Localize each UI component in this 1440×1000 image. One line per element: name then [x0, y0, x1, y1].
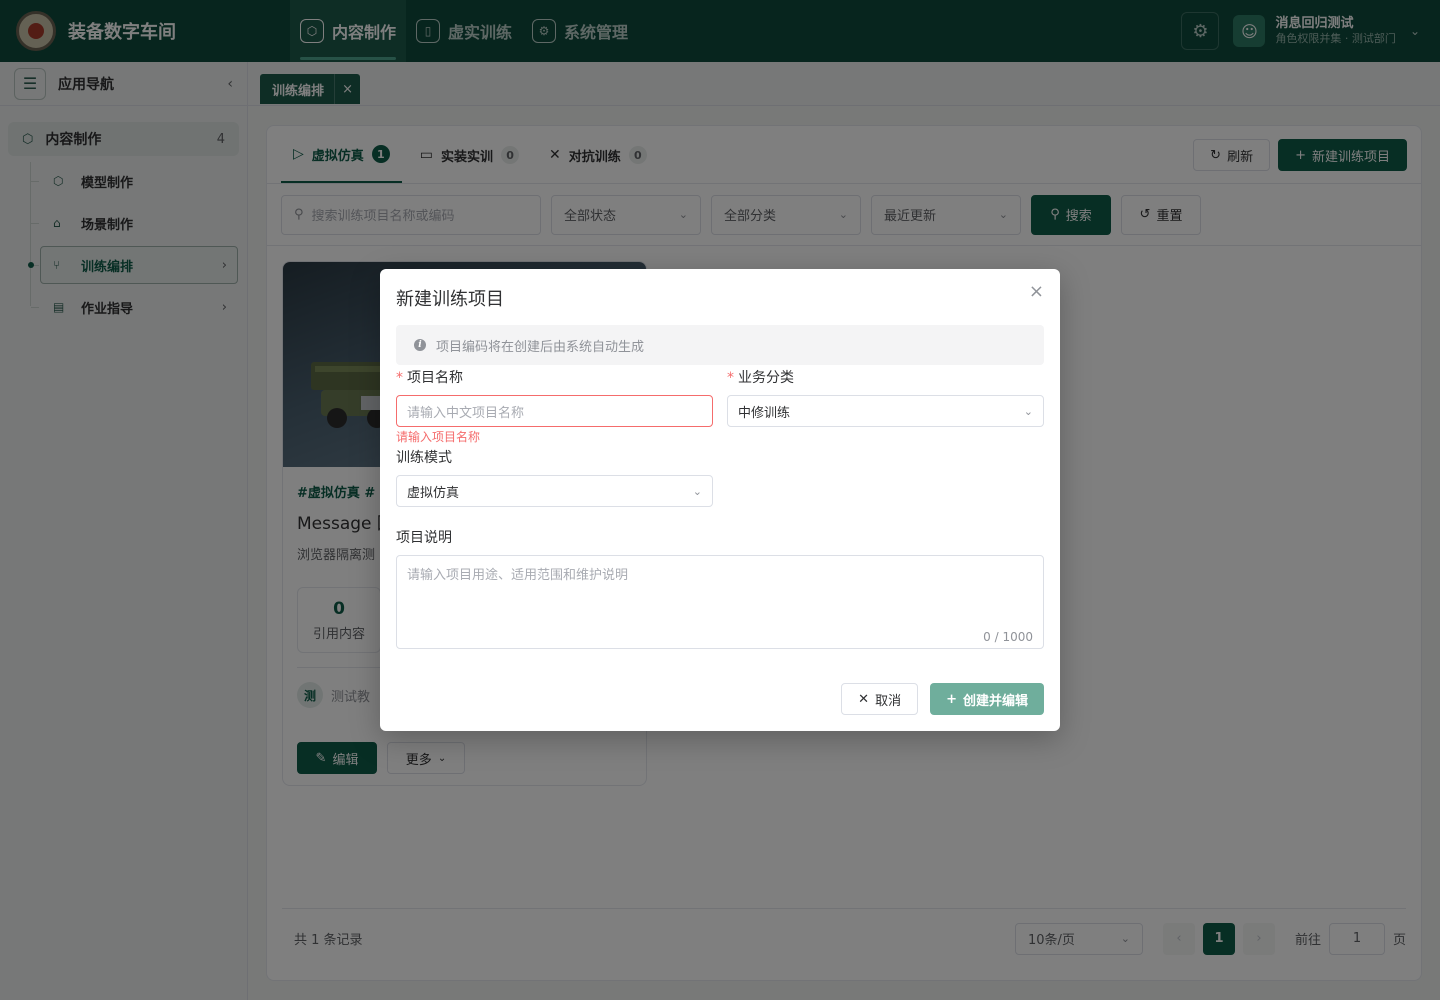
- info-icon: i: [414, 339, 426, 351]
- plus-icon: +: [946, 691, 957, 707]
- training-mode-select[interactable]: 虚拟仿真 ⌄: [396, 475, 713, 507]
- textarea-placeholder: 请输入项目用途、适用范围和维护说明: [407, 568, 629, 583]
- chevron-down-icon: ⌄: [692, 484, 702, 498]
- dialog-title: 新建训练项目: [396, 289, 504, 310]
- project-name-label: * 项目名称: [396, 367, 463, 387]
- select-value: 虚拟仿真: [407, 485, 460, 501]
- char-count: 0 / 1000: [983, 630, 1033, 644]
- info-alert: i 项目编码将在创建后由系统自动生成: [396, 325, 1044, 365]
- training-mode-label: 训练模式: [396, 450, 452, 466]
- description-label: 项目说明: [396, 530, 452, 546]
- cancel-label: 取消: [875, 693, 902, 709]
- project-name-error: 请输入项目名称: [396, 430, 481, 444]
- description-textarea[interactable]: 请输入项目用途、适用范围和维护说明 0 / 1000: [396, 555, 1044, 649]
- dialog-footer: ✕ 取消 + 创建并编辑: [841, 683, 1044, 715]
- alert-text: 项目编码将在创建后由系统自动生成: [436, 339, 645, 355]
- select-value: 中修训练: [738, 405, 791, 421]
- field-label: 项目名称: [407, 370, 463, 386]
- required-mark: *: [727, 370, 734, 386]
- category-select[interactable]: 中修训练 ⌄: [727, 395, 1044, 427]
- field-label: 业务分类: [738, 370, 794, 386]
- create-and-edit-button[interactable]: + 创建并编辑: [930, 683, 1044, 715]
- chevron-down-icon: ⌄: [1023, 404, 1033, 418]
- category-label: * 业务分类: [727, 367, 794, 387]
- close-icon: ✕: [858, 691, 870, 707]
- create-label: 创建并编辑: [962, 693, 1028, 709]
- close-icon[interactable]: ×: [1029, 281, 1044, 302]
- project-name-input[interactable]: 请输入中文项目名称: [396, 395, 713, 427]
- required-mark: *: [396, 370, 403, 386]
- input-placeholder: 请输入中文项目名称: [407, 405, 525, 421]
- cancel-button[interactable]: ✕ 取消: [841, 683, 919, 715]
- new-project-dialog: 新建训练项目 × i 项目编码将在创建后由系统自动生成 * 项目名称 请输入中文项…: [380, 269, 1060, 731]
